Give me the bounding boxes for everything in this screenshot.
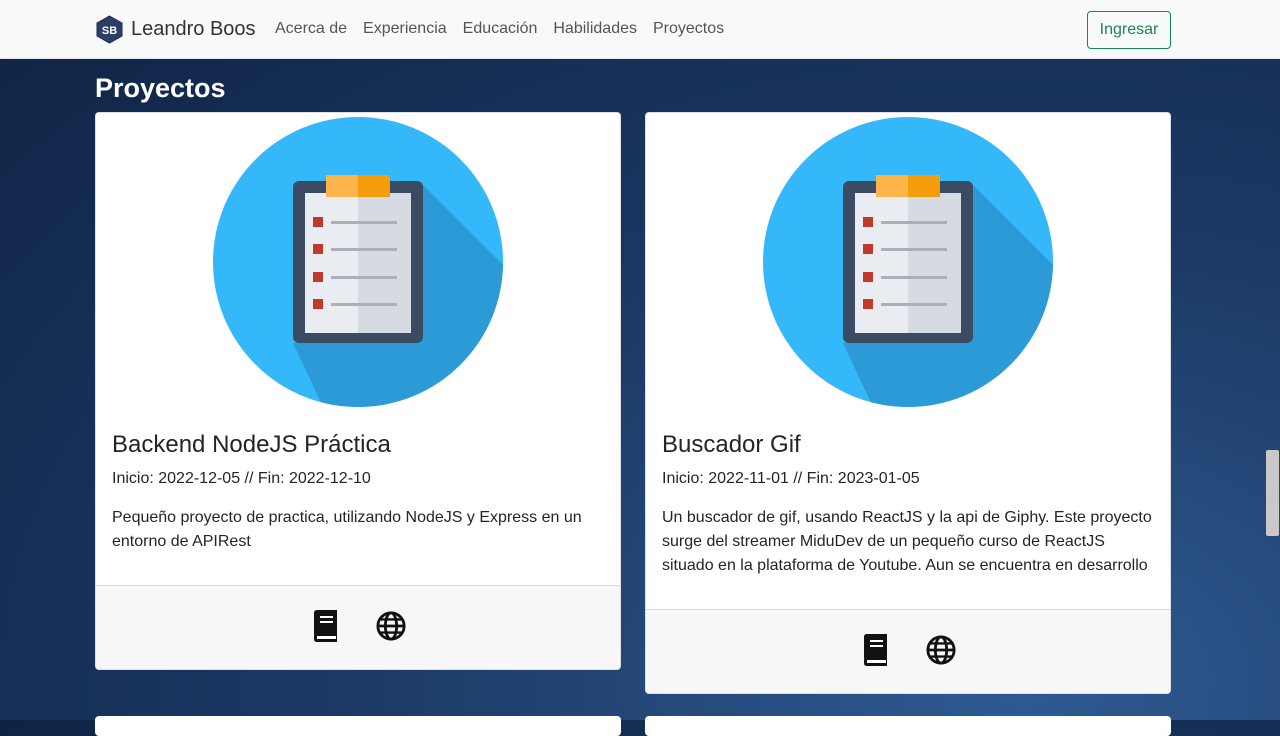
project-title: Backend NodeJS Práctica xyxy=(112,431,391,458)
nav-link-educacion[interactable]: Educación xyxy=(463,20,538,38)
project-dates: Inicio: 2022-11-01 // Fin: 2023-01-05 xyxy=(662,470,920,487)
globe-icon[interactable] xyxy=(376,610,406,642)
globe-icon[interactable] xyxy=(926,634,956,666)
nav-link-acerca[interactable]: Acerca de xyxy=(275,20,347,38)
project-description: Un buscador de gif, usando ReactJS y la … xyxy=(662,509,1152,574)
project-card: Backend NodeJS Práctica Inicio: 2022-12-… xyxy=(95,112,621,670)
page-scrollbar[interactable] xyxy=(1265,59,1280,720)
project-description: Pequeño proyecto de practica, utilizando… xyxy=(112,509,582,550)
book-icon[interactable] xyxy=(310,610,340,642)
nav-link-habilidades[interactable]: Habilidades xyxy=(553,20,637,38)
top-navbar: SB Leandro Boos Acerca de Experiencia Ed… xyxy=(0,0,1280,59)
brand-logo-icon: SB xyxy=(96,15,123,44)
nav-link-experiencia[interactable]: Experiencia xyxy=(363,20,447,38)
clipboard-checklist-icon xyxy=(213,117,503,407)
project-dates: Inicio: 2022-12-05 // Fin: 2022-12-10 xyxy=(112,470,371,487)
project-card-partial xyxy=(645,716,1171,736)
book-icon[interactable] xyxy=(860,634,890,666)
project-card: Buscador Gif Inicio: 2022-11-01 // Fin: … xyxy=(645,112,1171,694)
project-title: Buscador Gif xyxy=(662,431,801,458)
brand-name[interactable]: Leandro Boos xyxy=(131,18,256,41)
card-footer xyxy=(96,585,620,669)
brand[interactable]: SB Leandro Boos xyxy=(96,15,256,44)
section-title: Proyectos xyxy=(95,73,226,103)
login-button[interactable]: Ingresar xyxy=(1087,11,1171,49)
card-footer xyxy=(646,609,1170,693)
scrollbar-thumb[interactable] xyxy=(1266,450,1279,536)
project-card-partial xyxy=(95,716,621,736)
clipboard-checklist-icon xyxy=(763,117,1053,407)
brand-initials: SB xyxy=(102,25,117,37)
nav-links: Acerca de Experiencia Educación Habilida… xyxy=(275,20,724,38)
nav-link-proyectos[interactable]: Proyectos xyxy=(653,20,724,38)
